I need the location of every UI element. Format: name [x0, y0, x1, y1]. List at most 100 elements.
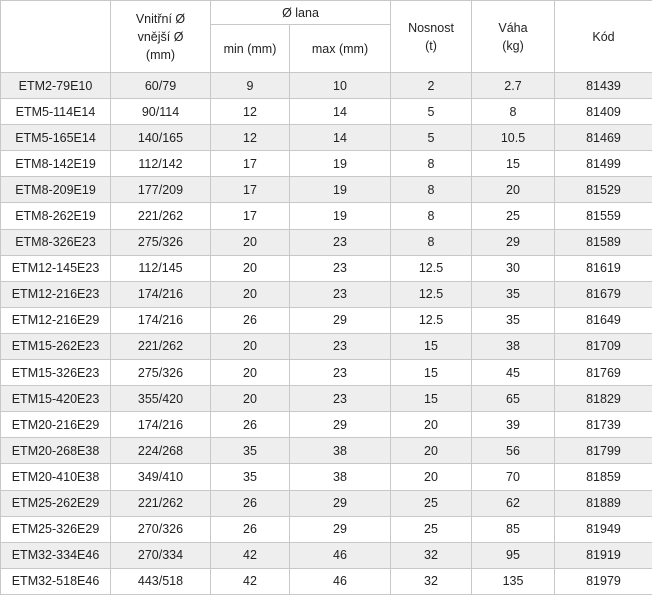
table-row: ETM32-334E46 270/334 42 46 32 95 81919 [0, 541, 652, 569]
cell-model: ETM8-262E19 [0, 202, 111, 230]
cell-inner-outer: 221/262 [110, 332, 211, 361]
cell-code: 81439 [554, 71, 652, 100]
cell-rope-min: 35 [210, 437, 290, 465]
cell-rope-max: 23 [289, 385, 391, 413]
cell-rope-max: 10 [289, 71, 391, 100]
table-row: ETM2-79E10 60/79 9 10 2 2.7 81439 [0, 71, 652, 100]
cell-inner-outer: 224/268 [110, 437, 211, 465]
cell-inner-outer: 174/216 [110, 411, 211, 439]
cell-inner-outer: 270/334 [110, 541, 211, 569]
product-table-container: Vnitřní Ø vnější Ø (mm) Ø lana Nosnost (… [0, 0, 652, 595]
cell-code: 81889 [554, 489, 652, 517]
header-model [0, 0, 111, 73]
header-rope-diameter: Ø lana [210, 0, 391, 25]
cell-weight: 2.7 [471, 71, 555, 100]
cell-weight: 25 [471, 202, 555, 230]
cell-capacity: 32 [390, 541, 472, 569]
header-capacity-unit: (t) [425, 38, 437, 53]
cell-weight: 10.5 [471, 124, 555, 152]
cell-rope-min: 26 [210, 306, 290, 334]
header-inner-diameter-label: Vnitřní Ø [135, 11, 186, 26]
cell-model: ETM2-79E10 [0, 71, 111, 100]
cell-model: ETM32-518E46 [0, 567, 111, 595]
cell-capacity: 8 [390, 150, 472, 178]
cell-weight: 39 [471, 411, 555, 439]
cell-rope-min: 35 [210, 463, 290, 491]
cell-capacity: 12.5 [390, 254, 472, 282]
cell-inner-outer: 443/518 [110, 567, 211, 595]
cell-code: 81409 [554, 98, 652, 126]
cell-code: 81529 [554, 176, 652, 204]
cell-rope-max: 29 [289, 515, 391, 543]
table-row: ETM12-216E29 174/216 26 29 12.5 35 81649 [0, 306, 652, 334]
cell-rope-max: 29 [289, 489, 391, 517]
cell-model: ETM15-326E23 [0, 359, 111, 387]
table-body: ETM2-79E10 60/79 9 10 2 2.7 81439 ETM5-114E14 90… [0, 71, 652, 595]
table-row: ETM20-410E38 349/410 35 38 20 70 81859 [0, 463, 652, 491]
cell-capacity: 20 [390, 411, 472, 439]
cell-rope-max: 38 [289, 463, 391, 491]
table-row: ETM8-142E19 112/142 17 19 8 15 81499 [0, 150, 652, 178]
table-row: ETM5-114E14 90/114 12 14 5 8 81409 [0, 98, 652, 126]
cell-weight: 135 [471, 567, 555, 595]
header-diameter-unit: (mm) [145, 47, 176, 62]
cell-model: ETM15-420E23 [0, 385, 111, 413]
cell-rope-max: 23 [289, 280, 391, 308]
cell-rope-max: 29 [289, 306, 391, 334]
cell-inner-outer: 174/216 [110, 280, 211, 308]
cell-model: ETM25-262E29 [0, 489, 111, 517]
cell-rope-max: 14 [289, 98, 391, 126]
cell-inner-outer: 355/420 [110, 385, 211, 413]
cell-capacity: 15 [390, 385, 472, 413]
cell-model: ETM8-142E19 [0, 150, 111, 178]
cell-capacity: 8 [390, 176, 472, 204]
cell-capacity: 15 [390, 332, 472, 361]
cell-rope-max: 23 [289, 254, 391, 282]
table-row: ETM32-518E46 443/518 42 46 32 135 81979 [0, 567, 652, 595]
cell-inner-outer: 221/262 [110, 489, 211, 517]
cell-model: ETM20-216E29 [0, 411, 111, 439]
cell-code: 81949 [554, 515, 652, 543]
header-weight-unit: (kg) [502, 38, 524, 53]
cell-inner-outer: 270/326 [110, 515, 211, 543]
cell-rope-min: 17 [210, 202, 290, 230]
cell-weight: 56 [471, 437, 555, 465]
cell-inner-outer: 140/165 [110, 124, 211, 152]
cell-weight: 95 [471, 541, 555, 569]
header-weight: Váha (kg) [471, 0, 555, 73]
cell-inner-outer: 112/142 [110, 150, 211, 178]
cell-capacity: 25 [390, 515, 472, 543]
cell-model: ETM8-209E19 [0, 176, 111, 204]
cell-rope-max: 14 [289, 124, 391, 152]
cell-rope-min: 12 [210, 98, 290, 126]
cell-weight: 38 [471, 332, 555, 361]
cell-model: ETM25-326E29 [0, 515, 111, 543]
cell-rope-max: 23 [289, 359, 391, 387]
cell-code: 81679 [554, 280, 652, 308]
cell-weight: 70 [471, 463, 555, 491]
cell-rope-min: 26 [210, 489, 290, 517]
cell-inner-outer: 275/326 [110, 359, 211, 387]
cell-capacity: 12.5 [390, 306, 472, 334]
cell-code: 81769 [554, 359, 652, 387]
table-row: ETM25-326E29 270/326 26 29 25 85 81949 [0, 515, 652, 543]
cell-code: 81619 [554, 254, 652, 282]
cell-weight: 8 [471, 98, 555, 126]
cell-rope-max: 38 [289, 437, 391, 465]
cell-rope-max: 46 [289, 541, 391, 569]
cell-code: 81829 [554, 385, 652, 413]
cell-inner-outer: 60/79 [110, 71, 211, 100]
cell-code: 81589 [554, 228, 652, 256]
cell-inner-outer: 275/326 [110, 228, 211, 256]
cell-capacity: 20 [390, 437, 472, 465]
cell-capacity: 32 [390, 567, 472, 595]
header-rope-max: max (mm) [289, 24, 391, 73]
cell-code: 81709 [554, 332, 652, 361]
table-row: ETM12-216E23 174/216 20 23 12.5 35 81679 [0, 280, 652, 308]
cell-rope-max: 23 [289, 332, 391, 361]
cell-weight: 85 [471, 515, 555, 543]
cell-code: 81799 [554, 437, 652, 465]
cell-weight: 15 [471, 150, 555, 178]
table-row: ETM8-326E23 275/326 20 23 8 29 81589 [0, 228, 652, 256]
cell-model: ETM15-262E23 [0, 332, 111, 361]
